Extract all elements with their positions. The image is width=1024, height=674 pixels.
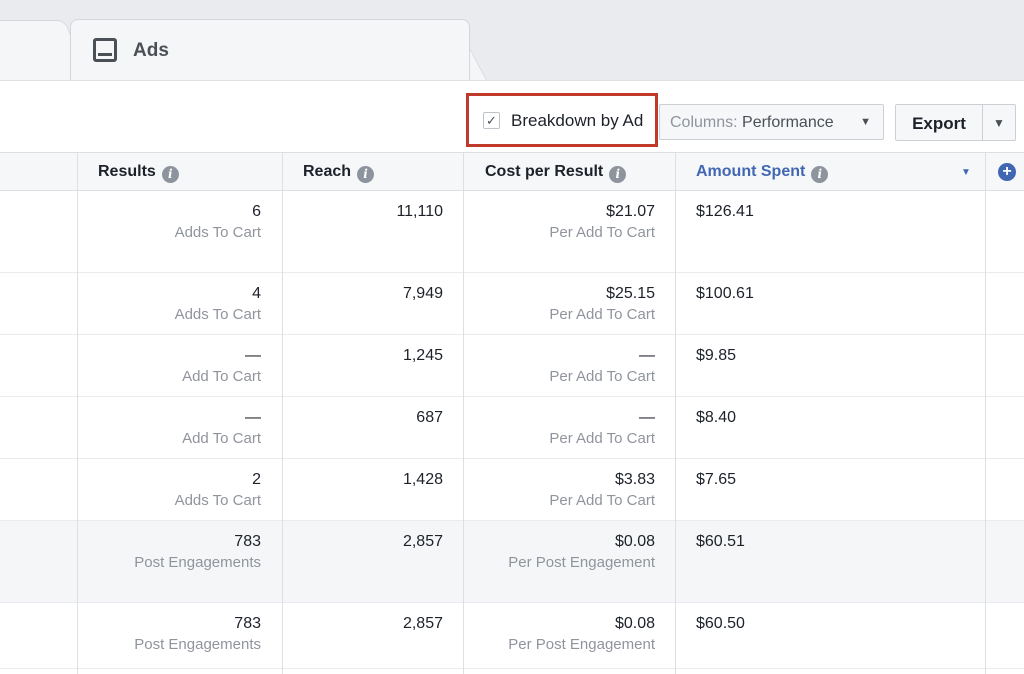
tab-ads-label[interactable]: Ads xyxy=(133,40,169,62)
table-row[interactable]: — Add To Cart 687 — Per Add To Cart $8.40 xyxy=(0,397,1024,459)
column-header-label: Cost per Result xyxy=(485,163,604,180)
ads-manager-page: Ads ✓ Breakdown by Ad Columns: Performan… xyxy=(0,0,1024,674)
export-options-button[interactable]: ▼ xyxy=(982,104,1016,141)
amount-spent-value: $60.51 xyxy=(696,533,745,550)
sort-caret-icon[interactable]: ▼ xyxy=(961,167,971,178)
columns-dropdown[interactable]: Columns: Performance ▼ xyxy=(659,104,884,140)
column-header-amount-spent[interactable]: Amount Spent i xyxy=(696,153,829,191)
results-type: Adds To Cart xyxy=(174,492,261,509)
cost-per-result-type: Per Add To Cart xyxy=(549,368,655,385)
reach-value: 2,857 xyxy=(402,533,443,550)
reach-value: 1,428 xyxy=(402,471,443,488)
table-header: Results i Reach i Cost per Result i Amount … xyxy=(0,152,1024,191)
results-value: 4 xyxy=(252,285,261,302)
table-row[interactable]: 2 Adds To Cart 1,428 $3.83 Per Add To Cart $7… xyxy=(0,459,1024,521)
cost-per-result-value: — xyxy=(639,409,655,426)
results-type: Adds To Cart xyxy=(174,306,261,323)
table-row[interactable]: 783 Post Engagements 2,857 $0.08 Per Post En… xyxy=(0,521,1024,603)
results-type: Post Engagements xyxy=(134,636,261,653)
results-value: 783 xyxy=(234,615,261,632)
column-header-reach[interactable]: Reach i xyxy=(303,153,375,191)
tab-ads[interactable] xyxy=(70,19,470,82)
results-type: Add To Cart xyxy=(182,430,261,447)
table-row[interactable]: 783 Post Engagements 2,857 $0.08 Per Post En… xyxy=(0,603,1024,669)
reach-value: 11,110 xyxy=(396,203,443,220)
cost-per-result-value: $21.07 xyxy=(606,203,655,220)
cost-per-result-type: Per Post Engagement xyxy=(508,636,655,653)
reach-value: 1,245 xyxy=(402,347,443,364)
cost-per-result-value: $25.15 xyxy=(606,285,655,302)
cost-per-result-type: Per Add To Cart xyxy=(549,306,655,323)
amount-spent-value: $7.65 xyxy=(696,471,737,488)
amount-spent-value: $100.61 xyxy=(696,285,754,302)
amount-spent-value: $126.41 xyxy=(696,203,754,220)
columns-value: Performance xyxy=(742,114,834,131)
table-body: 6 Adds To Cart 11,110 $21.07 Per Add To Cart… xyxy=(0,191,1024,674)
columns-label: Columns: xyxy=(670,114,738,131)
breakdown-by-ad-label[interactable]: Breakdown by Ad xyxy=(511,111,643,131)
column-header-label: Results xyxy=(98,163,156,180)
amount-spent-value: $60.50 xyxy=(696,615,745,632)
results-value: — xyxy=(245,409,261,426)
reach-value: 687 xyxy=(416,409,443,426)
amount-spent-value: $8.40 xyxy=(696,409,737,426)
reach-value: 7,949 xyxy=(402,285,443,302)
cost-per-result-type: Per Post Engagement xyxy=(508,554,655,571)
add-column-icon[interactable]: + xyxy=(998,163,1016,181)
info-icon[interactable]: i xyxy=(609,166,627,183)
results-value: 6 xyxy=(252,203,261,220)
table-row[interactable]: 6 Adds To Cart 11,110 $21.07 Per Add To Cart… xyxy=(0,191,1024,273)
results-value: 2 xyxy=(252,471,261,488)
reach-value: 2,857 xyxy=(402,615,443,632)
caret-down-icon: ▼ xyxy=(993,116,1005,130)
column-header-cost-per-result[interactable]: Cost per Result i xyxy=(485,153,627,191)
cost-per-result-type: Per Add To Cart xyxy=(549,430,655,447)
table-row[interactable]: — Add To Cart 1,245 — Per Add To Cart $9.85 xyxy=(0,335,1024,397)
info-icon[interactable]: i xyxy=(811,166,829,183)
column-header-label: Reach xyxy=(303,163,352,180)
toolbar: ✓ Breakdown by Ad Columns: Performance ▼… xyxy=(0,80,1024,152)
breakdown-by-ad-toggle[interactable]: ✓ Breakdown by Ad xyxy=(466,93,658,147)
export-button[interactable]: Export xyxy=(895,104,983,141)
amount-spent-value: $9.85 xyxy=(696,347,737,364)
results-type: Add To Cart xyxy=(182,368,261,385)
results-value: 783 xyxy=(234,533,261,550)
table-row[interactable]: 4 Adds To Cart 7,949 $25.15 Per Add To Cart $… xyxy=(0,273,1024,335)
column-header-results[interactable]: Results i xyxy=(98,153,179,191)
column-divider xyxy=(282,152,283,674)
caret-down-icon: ▼ xyxy=(860,116,871,128)
cost-per-result-value: $0.08 xyxy=(614,533,655,550)
column-divider xyxy=(77,152,78,674)
cost-per-result-type: Per Add To Cart xyxy=(549,492,655,509)
checkbox-check-icon[interactable]: ✓ xyxy=(483,112,500,129)
column-divider xyxy=(985,152,986,674)
cost-per-result-value: $3.83 xyxy=(614,471,655,488)
tab-strip: Ads xyxy=(0,0,1024,82)
column-divider xyxy=(463,152,464,674)
results-type: Adds To Cart xyxy=(174,224,261,241)
results-type: Post Engagements xyxy=(134,554,261,571)
column-header-label: Amount Spent xyxy=(696,163,806,180)
cost-per-result-type: Per Add To Cart xyxy=(549,224,655,241)
cost-per-result-value: — xyxy=(639,347,655,364)
info-icon[interactable]: i xyxy=(357,166,375,183)
column-divider xyxy=(675,152,676,674)
cost-per-result-value: $0.08 xyxy=(614,615,655,632)
info-icon[interactable]: i xyxy=(161,166,179,183)
results-value: — xyxy=(245,347,261,364)
ads-tab-icon xyxy=(93,38,117,62)
